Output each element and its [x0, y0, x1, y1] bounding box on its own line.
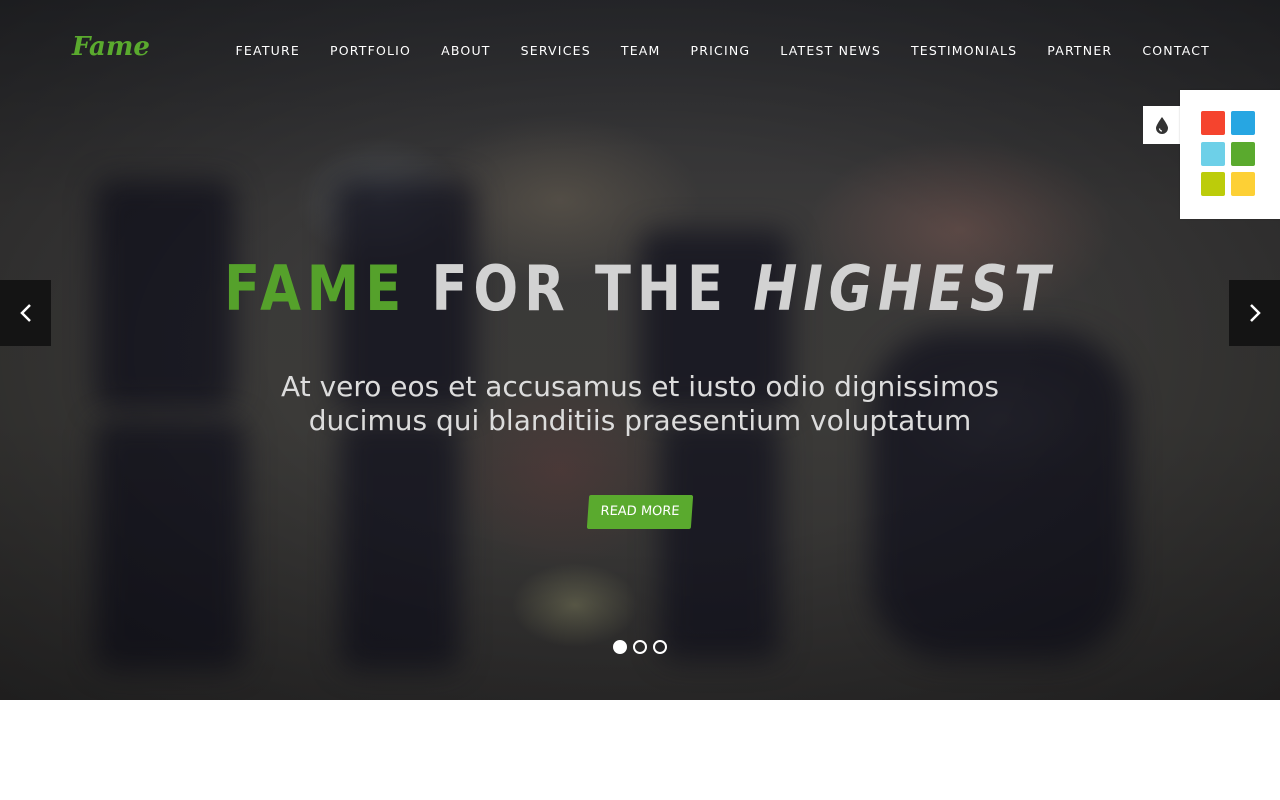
color-swatch-yellow[interactable] — [1231, 172, 1255, 196]
headline-mid: FOR THE — [431, 252, 729, 325]
nav-item-contact[interactable]: CONTACT — [1142, 43, 1210, 58]
nav-item-portfolio[interactable]: PORTFOLIO — [330, 43, 411, 58]
nav-item-services[interactable]: SERVICES — [521, 43, 591, 58]
nav-item-pricing[interactable]: PRICING — [691, 43, 751, 58]
color-swatch-lime[interactable] — [1201, 172, 1225, 196]
headline-italic: HIGHEST — [753, 252, 1056, 325]
nav-item-feature[interactable]: FEATURE — [236, 43, 300, 58]
hero-slider: Fame FEATURE PORTFOLIO ABOUT SERVICES TE… — [0, 0, 1280, 700]
style-switcher-toggle[interactable] — [1143, 106, 1181, 144]
slider-dot-2[interactable] — [633, 640, 647, 654]
color-swatch-red[interactable] — [1201, 111, 1225, 135]
droplet-icon — [1156, 117, 1168, 134]
headline-accent: FAME — [224, 252, 408, 325]
nav-item-about[interactable]: ABOUT — [441, 43, 491, 58]
read-more-button[interactable]: READ MORE — [586, 495, 694, 529]
nav-item-testimonials[interactable]: TESTIMONIALS — [911, 43, 1017, 58]
chevron-left-icon — [19, 304, 31, 322]
slider-pagination — [613, 640, 673, 654]
style-switcher-panel — [1180, 90, 1280, 219]
brand-logo[interactable]: Fame — [72, 32, 150, 62]
slider-dot-1[interactable] — [613, 640, 627, 654]
slider-dot-3[interactable] — [653, 640, 667, 654]
slider-next-button[interactable] — [1229, 280, 1280, 346]
hero-overlay — [0, 0, 1280, 700]
main-nav: FEATURE PORTFOLIO ABOUT SERVICES TEAM PR… — [206, 43, 1210, 58]
nav-item-team[interactable]: TEAM — [621, 43, 661, 58]
color-swatch-blue[interactable] — [1231, 111, 1255, 135]
color-swatch-green[interactable] — [1231, 142, 1255, 166]
hero-headline: FAME FOR THE HIGHEST — [96, 252, 1184, 325]
hero-subtitle-line: ducimus qui blanditiis praesentium volup… — [308, 404, 972, 437]
hero-subtitle-line: At vero eos et accusamus et iusto odio d… — [281, 370, 999, 403]
color-swatch-light-blue[interactable] — [1201, 142, 1225, 166]
nav-item-latest-news[interactable]: LATEST NEWS — [780, 43, 881, 58]
chevron-right-icon — [1249, 304, 1261, 322]
nav-item-partner[interactable]: PARTNER — [1047, 43, 1112, 58]
content-section — [0, 700, 1280, 800]
slider-prev-button[interactable] — [0, 280, 51, 346]
hero-subtitle: At vero eos et accusamus et iusto odio d… — [0, 370, 1280, 438]
